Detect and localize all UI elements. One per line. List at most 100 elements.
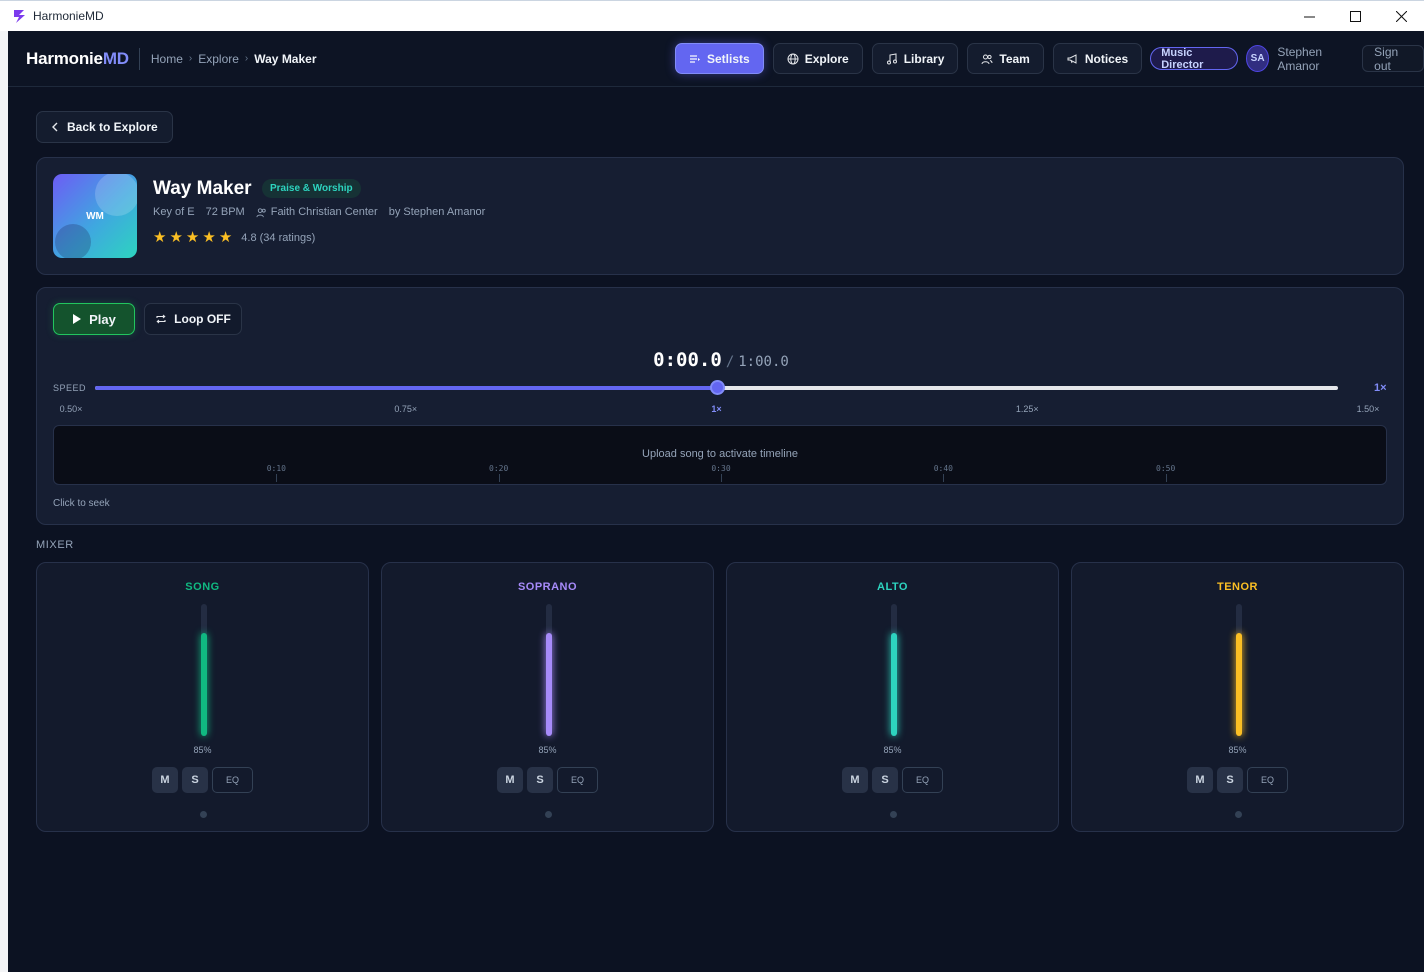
timeline-tick (1165, 474, 1167, 482)
play-label: Play (89, 311, 116, 327)
solo-button[interactable]: S (527, 767, 553, 793)
speed-tick: 1.25× (1015, 404, 1039, 414)
current-time: 0:00.0 (653, 349, 722, 371)
speed-tick: 1× (711, 404, 722, 414)
timeline[interactable]: Upload song to activate timeline 0:10 0:2… (53, 425, 1387, 485)
avatar[interactable]: SA (1245, 45, 1270, 72)
timeline-mark-label: 0:30 (711, 464, 731, 473)
song-church: Faith Christian Center (270, 206, 378, 218)
star-icon[interactable]: ★ (186, 230, 199, 245)
volume-fader[interactable] (891, 604, 897, 736)
logo-text: Harmonie (26, 48, 103, 68)
channel-buttons: M S EQ (37, 767, 368, 793)
user-name: Stephen Amanor (1277, 44, 1323, 73)
volume-fader-fill (1236, 633, 1242, 736)
nav-setlists-button[interactable]: Setlists (675, 43, 764, 74)
brand-logo[interactable]: HarmonieMD (26, 49, 129, 69)
nav-explore-button[interactable]: Explore (772, 43, 863, 74)
role-badge: Music Director (1150, 47, 1238, 71)
song-rating: ★ ★ ★ ★ ★ 4.8 (34 ratings) (153, 230, 315, 245)
chevron-right-icon: › (188, 53, 193, 64)
song-key: Key of E (153, 206, 195, 218)
back-button-label: Back to Explore (67, 120, 158, 134)
channel-buttons: M S EQ (727, 767, 1058, 793)
eq-button[interactable]: EQ (557, 767, 598, 793)
nav-library-button[interactable]: Library (871, 43, 959, 74)
breadcrumb-current: Way Maker (254, 51, 317, 66)
speed-slider[interactable] (95, 380, 1338, 395)
breadcrumb-home[interactable]: Home (151, 52, 183, 66)
volume-value: 85% (538, 745, 557, 755)
speed-slider-thumb[interactable] (709, 380, 725, 395)
mute-button[interactable]: M (152, 767, 178, 793)
close-icon[interactable] (1378, 1, 1424, 32)
volume-value: 85% (193, 745, 212, 755)
channel-status-dot (1235, 811, 1242, 818)
window-title: HarmonieMD (33, 9, 104, 23)
nav-actions: Setlists Explore Library Team Notices Mu… (675, 43, 1424, 74)
logo-accent: MD (102, 48, 129, 68)
repeat-icon (156, 314, 166, 324)
solo-button[interactable]: S (182, 767, 208, 793)
mute-button[interactable]: M (497, 767, 523, 793)
eq-button[interactable]: EQ (902, 767, 943, 793)
channel-song: SONG 85% M S EQ (36, 562, 369, 832)
minimize-icon[interactable] (1286, 1, 1332, 32)
back-to-explore-button[interactable]: Back to Explore (36, 111, 173, 143)
app-logo-icon (14, 10, 25, 23)
star-icon[interactable]: ★ (219, 230, 232, 245)
speed-slider-fill (95, 386, 717, 390)
timeline-tick (721, 474, 722, 482)
breadcrumb-explore[interactable]: Explore (198, 52, 239, 66)
users-icon (256, 207, 267, 218)
volume-fader[interactable] (201, 604, 207, 736)
eq-button[interactable]: EQ (212, 767, 253, 793)
mute-button[interactable]: M (842, 767, 868, 793)
top-navbar: HarmonieMD Home › Explore › Way Maker Se… (8, 31, 1424, 87)
volume-fader-fill (891, 633, 897, 736)
app-root: HarmonieMD Home › Explore › Way Maker Se… (8, 31, 1424, 972)
timeline-mark-label: 0:40 (933, 464, 953, 473)
volume-fader-fill (546, 633, 552, 736)
nav-notices-button[interactable]: Notices (1052, 43, 1143, 74)
nav-library-label: Library (903, 51, 945, 66)
sign-out-button[interactable]: Sign out (1362, 45, 1424, 73)
solo-button[interactable]: S (1217, 767, 1243, 793)
nav-setlists-label: Setlists (707, 51, 750, 66)
channel-name: TENOR (1217, 581, 1258, 593)
speed-tick: 0.50× (59, 404, 83, 414)
globe-icon (787, 53, 799, 64)
eq-button[interactable]: EQ (1247, 767, 1288, 793)
solo-button[interactable]: S (872, 767, 898, 793)
nav-team-button[interactable]: Team (967, 43, 1044, 74)
timeline-tick (498, 474, 500, 482)
timeline-tick (943, 474, 945, 482)
player-panel: Play Loop OFF 0:00.0/1:00.0 SPEED 1× 0.5… (36, 287, 1404, 525)
loop-toggle-button[interactable]: Loop OFF (144, 303, 242, 335)
channel-name: ALTO (877, 581, 908, 593)
channel-alto: ALTO 85% M S EQ (726, 562, 1059, 832)
total-time: 1:00.0 (738, 354, 789, 370)
maximize-icon[interactable] (1332, 1, 1378, 32)
speed-tick: 0.75× (394, 404, 418, 414)
volume-fader[interactable] (1236, 604, 1242, 736)
volume-fader-fill (201, 633, 207, 736)
star-icon[interactable]: ★ (153, 230, 166, 245)
mute-button[interactable]: M (1187, 767, 1213, 793)
loop-label: Loop OFF (174, 312, 231, 326)
song-author: by Stephen Amanor (388, 206, 486, 218)
star-icon[interactable]: ★ (169, 230, 182, 245)
speed-label: SPEED (53, 383, 87, 393)
song-bpm: 72 BPM (205, 206, 245, 218)
play-button[interactable]: Play (53, 303, 135, 335)
music-note-icon (886, 52, 897, 64)
star-icon[interactable]: ★ (202, 230, 215, 245)
timeline-message: Upload song to activate timeline (642, 448, 798, 460)
nav-team-label: Team (999, 51, 1030, 66)
speed-value: 1× (1374, 382, 1387, 394)
nav-explore-label: Explore (804, 51, 849, 66)
channel-soprano: SOPRANO 85% M S EQ (381, 562, 714, 832)
megaphone-icon (1067, 53, 1077, 64)
channel-buttons: M S EQ (1072, 767, 1403, 793)
volume-fader[interactable] (546, 604, 552, 736)
